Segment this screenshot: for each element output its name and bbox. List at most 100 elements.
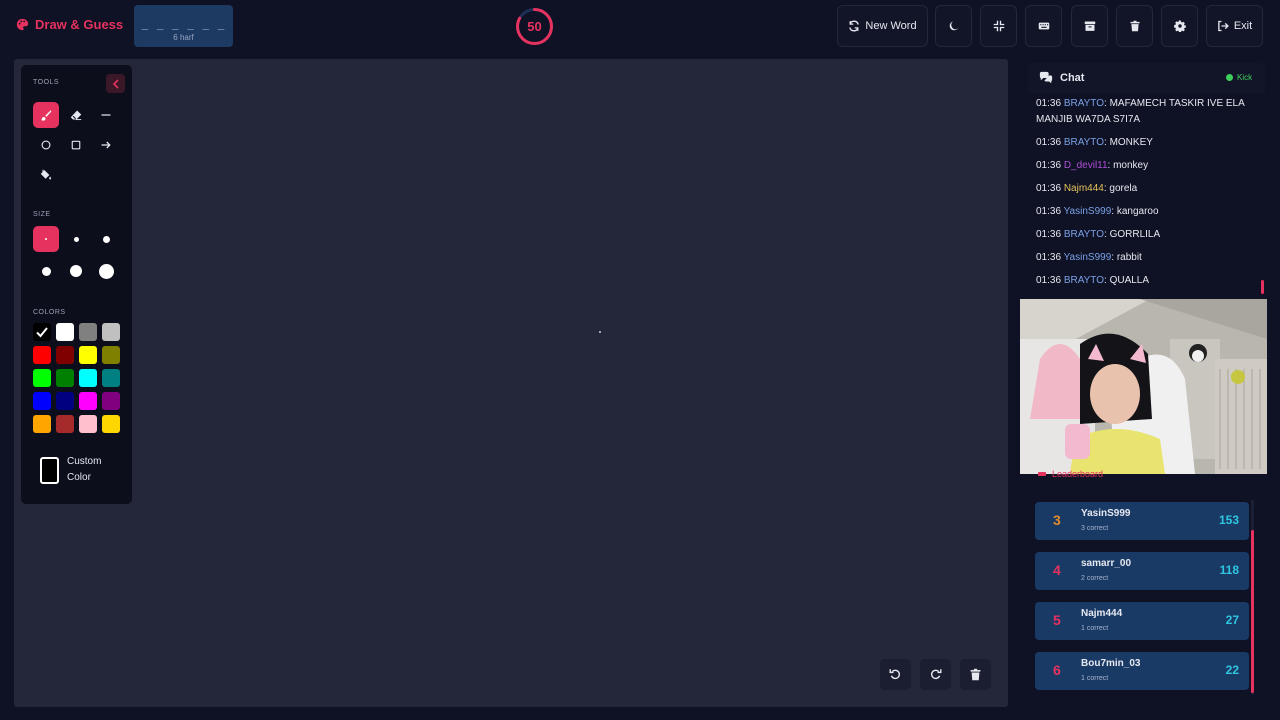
chat-text: : GORRLILA: [1104, 229, 1161, 240]
leaderboard-rank: 6: [1053, 662, 1061, 678]
color-swatch[interactable]: [79, 323, 97, 341]
size-option-6[interactable]: [93, 258, 119, 284]
chat-title: Chat: [1060, 72, 1085, 84]
chat-username[interactable]: Najm444: [1064, 183, 1104, 194]
clear-canvas-button[interactable]: [960, 659, 991, 690]
colors-title: COLORS: [33, 309, 66, 316]
color-swatch[interactable]: [33, 415, 51, 433]
archive-icon: [1084, 21, 1095, 31]
rectangle-tool-button[interactable]: [63, 132, 89, 158]
theme-toggle-button[interactable]: [935, 5, 972, 47]
arrow-icon: [101, 141, 111, 149]
eraser-tool-button[interactable]: [63, 102, 89, 128]
size-option-4[interactable]: [33, 258, 59, 284]
leaderboard-row[interactable]: 6 Bou7min_03 1 correct 22: [1035, 652, 1249, 690]
size-option-1[interactable]: [33, 226, 59, 252]
chat-username[interactable]: BRAYTO: [1064, 229, 1104, 240]
chat-username[interactable]: D_devil11: [1064, 160, 1108, 171]
custom-color-swatch[interactable]: [40, 456, 59, 484]
color-swatch[interactable]: [56, 415, 74, 433]
color-swatch[interactable]: [33, 369, 51, 387]
color-swatch[interactable]: [56, 323, 74, 341]
color-swatch[interactable]: [56, 369, 74, 387]
color-swatch[interactable]: [102, 369, 120, 387]
redo-icon: [930, 669, 942, 680]
app-logo: Draw & Guess: [16, 17, 123, 32]
circle-tool-button[interactable]: [33, 132, 59, 158]
size-option-5[interactable]: [63, 258, 89, 284]
chat-message: 01:36 BRAYTO: QUALLA: [1036, 273, 1256, 289]
leaderboard-player-name: Bou7min_03: [1081, 658, 1141, 669]
size-option-2[interactable]: [63, 226, 89, 252]
undo-button[interactable]: [880, 659, 911, 690]
palette-icon: [16, 18, 29, 31]
redo-button[interactable]: [920, 659, 951, 690]
kick-status-dot: [1226, 74, 1233, 81]
chat-username[interactable]: BRAYTO: [1064, 98, 1104, 109]
color-swatch[interactable]: [56, 346, 74, 364]
gear-icon: [1173, 20, 1186, 32]
clear-button[interactable]: [1116, 5, 1153, 47]
chat-scrollbar[interactable]: [1261, 280, 1264, 294]
collapse-tools-button[interactable]: [106, 74, 125, 93]
color-swatch[interactable]: [79, 415, 97, 433]
size-dot: [70, 265, 82, 277]
moon-icon: [949, 21, 958, 31]
chat-time: 01:36: [1036, 137, 1064, 148]
color-swatch[interactable]: [102, 346, 120, 364]
archive-button[interactable]: [1071, 5, 1108, 47]
custom-color-button[interactable]: Custom Color: [40, 454, 109, 486]
color-swatch[interactable]: [79, 392, 97, 410]
leaderboard-player-name: samarr_00: [1081, 558, 1132, 569]
settings-button[interactable]: [1161, 5, 1198, 47]
exit-button[interactable]: Exit: [1206, 5, 1263, 47]
line-tool-button[interactable]: [93, 102, 119, 128]
color-swatch[interactable]: [102, 415, 120, 433]
color-swatch[interactable]: [102, 392, 120, 410]
chat-username[interactable]: YasinS999: [1064, 206, 1112, 217]
color-swatch[interactable]: [102, 323, 120, 341]
timer-value: 50: [527, 19, 542, 34]
leaderboard-rank: 5: [1053, 612, 1061, 628]
color-swatch[interactable]: [33, 346, 51, 364]
arrow-tool-button[interactable]: [93, 132, 119, 158]
keyboard-button[interactable]: [1025, 5, 1062, 47]
exit-label: Exit: [1233, 20, 1253, 32]
leaderboard-row[interactable]: 4 samarr_00 2 correct 118: [1035, 552, 1249, 590]
new-word-button[interactable]: New Word: [837, 5, 928, 47]
chat-header: Chat Kick: [1028, 63, 1265, 93]
color-swatch[interactable]: [33, 323, 51, 341]
color-swatch[interactable]: [56, 392, 74, 410]
leaderboard-row[interactable]: 3 YasinS999 3 correct 153: [1035, 502, 1249, 540]
size-option-3[interactable]: [93, 226, 119, 252]
size-title: SIZE: [33, 211, 51, 218]
chat-text: : gorela: [1103, 183, 1138, 194]
word-blanks: _ _ _ _ _ _: [141, 17, 226, 30]
chat-time: 01:36: [1036, 160, 1064, 171]
color-swatch[interactable]: [79, 346, 97, 364]
webcam-image: [1020, 299, 1267, 474]
leaderboard-scrollbar[interactable]: [1251, 530, 1254, 693]
chat-time: 01:36: [1036, 275, 1064, 286]
chat-username[interactable]: BRAYTO: [1064, 137, 1104, 148]
square-icon: [71, 140, 81, 150]
chat-username[interactable]: BRAYTO: [1064, 275, 1104, 286]
leaderboard-title: Leaderboard: [1052, 469, 1104, 479]
leaderboard-player-name: Najm444: [1081, 608, 1123, 619]
tools-title: TOOLS: [33, 79, 60, 86]
drawing-canvas[interactable]: [14, 59, 1008, 707]
chat-message: 01:36 Najm444: gorela: [1036, 181, 1256, 197]
brush-tool-button[interactable]: [33, 102, 59, 128]
color-swatch[interactable]: [33, 392, 51, 410]
color-swatch[interactable]: [79, 369, 97, 387]
size-dot: [73, 236, 79, 242]
leaderboard-row[interactable]: 5 Najm444 1 correct 27: [1035, 602, 1249, 640]
fill-tool-button[interactable]: [33, 162, 59, 188]
tools-panel: TOOLS SIZE COLORS Custom Color: [21, 65, 132, 504]
chat-text: : monkey: [1107, 160, 1149, 171]
chat-username[interactable]: YasinS999: [1064, 252, 1112, 263]
leaderboard-correct-count: 3 correct: [1081, 525, 1109, 532]
chat-panel: Chat Kick 01:36 BRAYTO: MAFAMECH TASKIR …: [1028, 63, 1265, 296]
chat-time: 01:36: [1036, 206, 1064, 217]
fullscreen-button[interactable]: [980, 5, 1017, 47]
